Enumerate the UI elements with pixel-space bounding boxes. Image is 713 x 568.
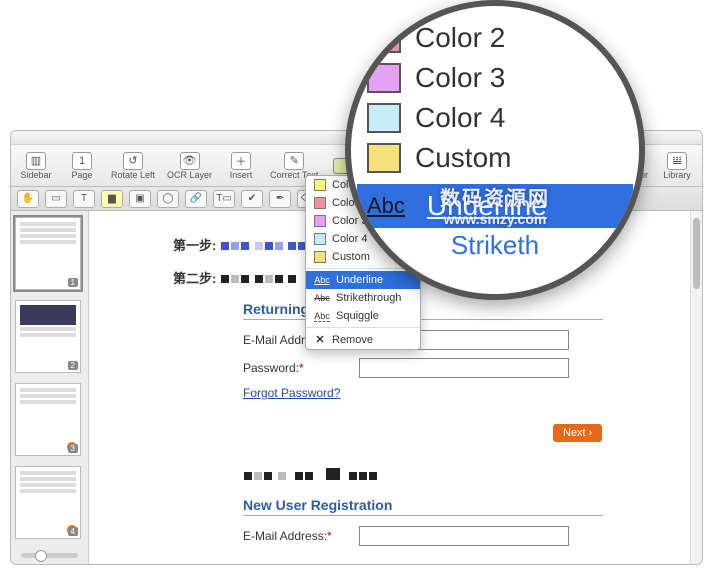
tool-highlight-icon[interactable]: ▆ [101,190,123,208]
insert-button[interactable]: ＋Insert [220,150,262,182]
returning-user-heading: Returning User [243,301,603,320]
menu-item-underline[interactable]: AbcUnderline [306,271,420,289]
watermark: 数码资源网 www.smzy.com [440,182,550,227]
insert-button-label: Insert [230,170,253,180]
step-2-label: 第二步: [173,271,216,286]
email-label-2: E-Mail Address:* [243,529,353,543]
tool-textbox-icon[interactable]: T▭ [213,190,235,208]
tool-sign-icon[interactable]: ✒ [269,190,291,208]
thumbnail-zoom-slider[interactable] [21,553,78,558]
tool-stamp-icon[interactable]: ✔ [241,190,263,208]
step-1-label: 第一步: [173,238,216,253]
thumbnail-sidebar[interactable]: 1 2 3 4 [11,211,89,564]
rotate-left-button[interactable]: ↺Rotate Left [107,150,159,182]
menu-item-label: Strikethrough [336,292,401,304]
thumbnail[interactable]: 1 [15,217,81,290]
mag-row-custom: Custom [367,138,623,178]
mag-row-color-3: Color 3 [367,58,623,98]
tool-shape-icon[interactable]: ◯ [157,190,179,208]
menu-item-remove[interactable]: ✕Remove [306,330,420,349]
tool-note-icon[interactable]: ▣ [129,190,151,208]
library-button-label: Library [663,170,691,180]
tool-link-icon[interactable]: 🔗 [185,190,207,208]
page-number: 2 [68,361,78,370]
menu-item-label: Underline [336,274,383,286]
menu-item-label: Color 4 [332,233,367,245]
ocr-layer-button-label: OCR Layer [167,170,212,180]
magnifier-lens: Color 2 Color 3 Color 4 Custom AbcUnderl… [345,0,645,300]
menu-item-label: Squiggle [336,310,379,322]
menu-item-label: Remove [332,334,373,346]
password-field[interactable] [359,358,569,378]
password-label: Password:* [243,361,353,375]
mag-row-strikethrough: Striketh [367,230,623,265]
library-button[interactable]: 𝍎Library [656,150,698,182]
thumbnail[interactable]: 2 [15,300,81,373]
sidebar-button-label: Sidebar [20,170,51,180]
thumbnail[interactable]: 3 [15,383,81,456]
page-button[interactable]: 1Page [61,150,103,182]
forgot-password-link[interactable]: Forgot Password? [243,386,340,400]
tool-select-icon[interactable]: ▭ [45,190,67,208]
email-field-2[interactable] [359,526,569,546]
new-user-form: New User Registration E-Mail Address:* [243,497,678,546]
mag-row-color-4: Color 4 [367,98,623,138]
rotate-left-button-label: Rotate Left [111,170,155,180]
redacted-text-3 [243,468,678,483]
thumbnail[interactable]: 4 [15,466,81,539]
menu-item-squiggle[interactable]: AbcSquiggle [306,307,420,325]
vertical-scrollbar[interactable] [690,211,702,564]
mag-row-color-2: Color 2 [367,18,623,58]
ocr-layer-button[interactable]: 👁OCR Layer [163,150,216,182]
next-button[interactable]: Next › [553,424,602,442]
page-button-label: Page [71,170,92,180]
page-number: 3 [68,444,78,453]
new-user-heading: New User Registration [243,497,603,516]
menu-item-strikethrough[interactable]: AbcStrikethrough [306,289,420,307]
menu-item-label: Custom [332,251,370,263]
page-number: 1 [68,278,78,287]
tool-text-icon[interactable]: T [73,190,95,208]
tool-hand-icon[interactable]: ✋ [17,190,39,208]
page-number: 4 [68,527,78,536]
sidebar-button[interactable]: ▥Sidebar [15,150,57,182]
